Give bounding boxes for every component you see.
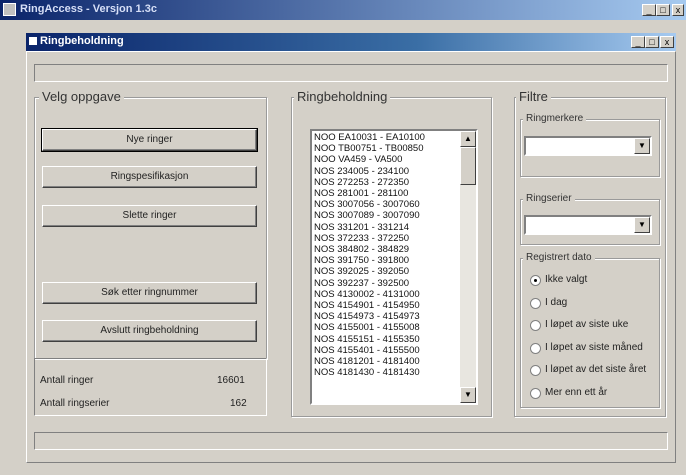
series-count-value: 162 [230,398,247,409]
radio-label: I dag [545,296,568,308]
date-radio-option[interactable]: I løpet av siste uke [530,319,658,333]
inventory-list-item[interactable]: NOS 4155001 - 4155008 [314,322,458,333]
radio-button[interactable] [530,297,541,309]
window-title-bar: Ringbeholdning _ □ x [26,33,676,51]
radio-button[interactable] [530,365,541,377]
ringmarker-dropdown-icon[interactable]: ▼ [634,138,650,154]
radio-label: I løpet av siste måned [545,341,643,353]
series-count-label: Antall ringserier [40,398,110,409]
app-close-button[interactable]: x [672,4,684,16]
inventory-list-item[interactable]: NOS 4181430 - 4181430 [314,367,458,378]
series-label: Ringserier [523,193,575,204]
app-minimize-button[interactable]: _ [642,4,656,16]
rings-count-label: Antall ringer [40,375,94,386]
inventory-list-item[interactable]: NOS 331201 - 331214 [314,222,458,233]
inventory-scrollbar[interactable]: ▲ ▼ [460,131,476,403]
date-radio-option[interactable]: I dag [530,297,658,311]
inventory-group-title: Ringbeholdning [294,89,391,104]
inventory-list-item[interactable]: NOS 4154973 - 4154973 [314,311,458,322]
inventory-list-item[interactable]: NOS 392025 - 392050 [314,266,458,277]
window-system-icon[interactable] [29,37,37,45]
window-maximize-button[interactable]: □ [645,36,659,48]
date-label: Registrert dato [523,252,595,263]
inventory-list-item[interactable]: NOS 4155401 - 4155500 [314,345,458,356]
search-ring-button[interactable]: Søk etter ringnummer [42,282,257,304]
inventory-list-item[interactable]: NOS 4181201 - 4181400 [314,356,458,367]
ring-spec-button[interactable]: Ringspesifikasjon [42,166,257,188]
app-icon[interactable] [3,3,16,16]
radio-label: I løpet av siste uke [545,319,629,331]
window-minimize-button[interactable]: _ [631,36,645,48]
radio-button[interactable] [530,320,541,332]
app-maximize-button[interactable]: □ [656,4,670,16]
window-title: Ringbeholdning [40,35,124,47]
scroll-thumb[interactable] [460,147,476,185]
inventory-list-item[interactable]: NOS 372233 - 372250 [314,233,458,244]
ringmarker-dropdown[interactable]: ▼ [524,136,652,156]
bottom-status-strip [34,432,668,450]
inventory-list-item[interactable]: NOO VA459 - VA500 [314,154,458,165]
top-status-strip [34,64,668,82]
series-dropdown[interactable]: ▼ [524,215,652,235]
radio-button[interactable] [530,388,541,399]
inventory-list-item[interactable]: NOS 281001 - 281100 [314,188,458,199]
radio-label: Ikke valgt [545,274,588,285]
radio-label: I løpet av det siste året [545,364,647,376]
ringmarker-label: Ringmerkere [523,113,587,124]
task-group-title: Velg oppgave [39,89,124,104]
close-inventory-button[interactable]: Avslutt ringbeholdning [42,320,257,342]
date-radio-option[interactable]: Ikke valgt [530,274,658,288]
inventory-list-item[interactable]: NOS 392237 - 392500 [314,278,458,289]
app-title-bar: RingAccess - Versjon 1.3c _ □ x [0,0,686,20]
inventory-list-item[interactable]: NOS 384802 - 384829 [314,244,458,255]
inventory-list-item[interactable]: NOS 272253 - 272350 [314,177,458,188]
filter-group-title: Filtre [516,89,551,104]
inventory-listbox[interactable]: NOO EA10031 - EA10100 NOO TB00751 - TB008… [310,129,478,405]
date-radio-option[interactable]: Mer enn ett år [530,387,658,401]
rings-count-value: 16601 [217,375,245,386]
date-radio-option[interactable]: I løpet av siste måned [530,342,658,356]
inventory-list-item[interactable]: NOS 4154901 - 4154950 [314,300,458,311]
inventory-list-item[interactable]: NOS 234005 - 234100 [314,166,458,177]
delete-rings-button[interactable]: Slette ringer [42,205,257,227]
scroll-down-icon[interactable]: ▼ [460,387,476,403]
inventory-list-item[interactable]: NOO EA10031 - EA10100 [314,132,458,143]
scroll-up-icon[interactable]: ▲ [460,131,476,147]
app-title: RingAccess - Versjon 1.3c [20,3,157,15]
inventory-list-items: NOO EA10031 - EA10100 NOO TB00751 - TB008… [314,132,458,378]
inventory-list-item[interactable]: NOS 391750 - 391800 [314,255,458,266]
inventory-list-item[interactable]: NOO TB00751 - TB00850 [314,143,458,154]
inventory-list-item[interactable]: NOS 4130002 - 4131000 [314,289,458,300]
inventory-list-item[interactable]: NOS 4155151 - 4155350 [314,334,458,345]
inventory-list-item[interactable]: NOS 3007056 - 3007060 [314,199,458,210]
window-body: Velg oppgave Nye ringer Ringspesifikasjo… [26,51,676,463]
radio-button[interactable] [530,342,541,354]
date-radio-option[interactable]: I løpet av det siste året [530,364,658,378]
inventory-list-item[interactable]: NOS 3007089 - 3007090 [314,210,458,221]
window-close-button[interactable]: x [660,36,674,48]
radio-label: Mer enn ett år [545,387,608,398]
radio-button[interactable] [530,275,541,286]
new-rings-button[interactable]: Nye ringer [41,128,258,152]
series-dropdown-icon[interactable]: ▼ [634,217,650,233]
